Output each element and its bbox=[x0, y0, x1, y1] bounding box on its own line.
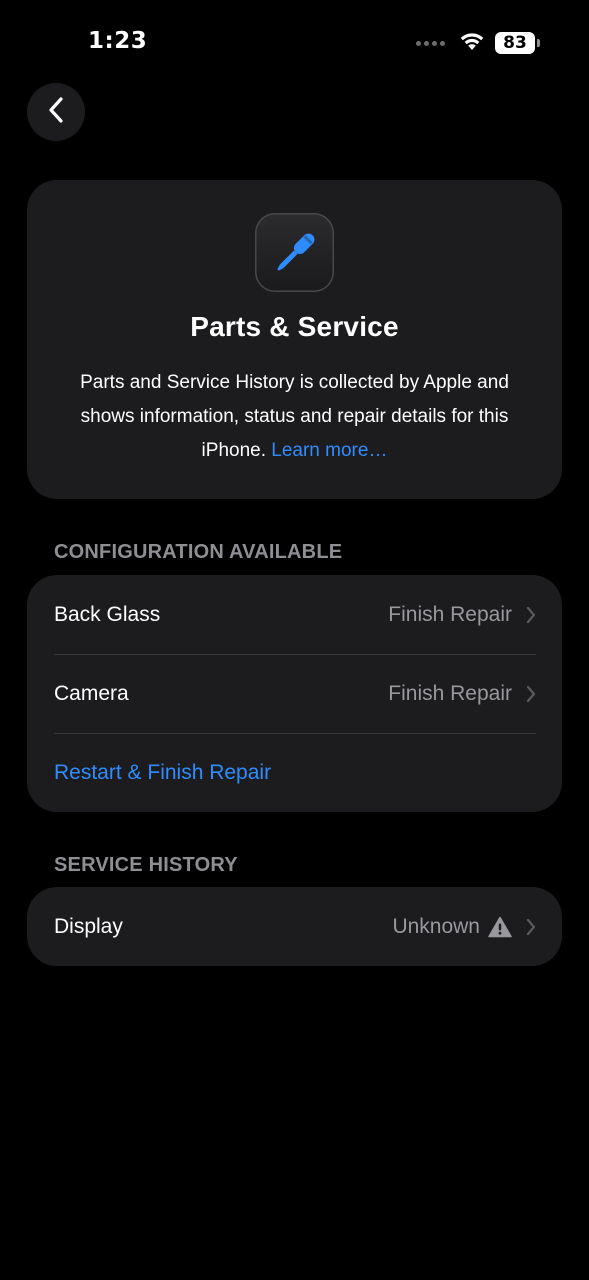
restart-finish-repair-label: Restart & Finish Repair bbox=[54, 760, 272, 784]
header-description: Parts and Service History is collected b… bbox=[51, 366, 538, 468]
status-time: 1:23 bbox=[88, 28, 148, 54]
configuration-group: Back Glass Finish Repair Camera Finish R… bbox=[27, 575, 562, 812]
screwdriver-icon bbox=[255, 213, 334, 292]
row-value: Unknown bbox=[392, 914, 480, 938]
row-label: Camera bbox=[54, 681, 129, 705]
warning-icon bbox=[488, 916, 512, 938]
page-title: Parts & Service bbox=[190, 311, 399, 342]
chevron-right-icon bbox=[526, 685, 536, 703]
chevron-right-icon bbox=[526, 606, 536, 624]
row-value: Finish Repair bbox=[388, 681, 512, 705]
list-item-display[interactable]: Display Unknown bbox=[27, 887, 562, 966]
row-label: Display bbox=[54, 914, 123, 938]
cellular-signal-icon bbox=[416, 40, 445, 46]
battery-icon: 83 bbox=[495, 32, 540, 54]
chevron-right-icon bbox=[526, 918, 536, 936]
parts-service-card: Parts & Service Parts and Service Histor… bbox=[27, 180, 562, 499]
wifi-icon bbox=[459, 31, 485, 56]
service-history-group: Display Unknown bbox=[27, 887, 562, 966]
section-header-configuration: CONFIGURATION AVAILABLE bbox=[54, 541, 343, 563]
list-item-back-glass[interactable]: Back Glass Finish Repair bbox=[27, 575, 562, 654]
back-button[interactable] bbox=[27, 83, 85, 141]
battery-level: 83 bbox=[503, 33, 527, 53]
chevron-left-icon bbox=[48, 96, 64, 129]
learn-more-link[interactable]: Learn more… bbox=[271, 440, 387, 461]
restart-finish-repair-button[interactable]: Restart & Finish Repair bbox=[27, 733, 562, 812]
status-indicators: 83 bbox=[416, 31, 540, 56]
list-item-camera[interactable]: Camera Finish Repair bbox=[27, 654, 562, 733]
row-label: Back Glass bbox=[54, 602, 161, 626]
row-value: Finish Repair bbox=[388, 602, 512, 626]
section-header-service-history: SERVICE HISTORY bbox=[54, 854, 238, 876]
